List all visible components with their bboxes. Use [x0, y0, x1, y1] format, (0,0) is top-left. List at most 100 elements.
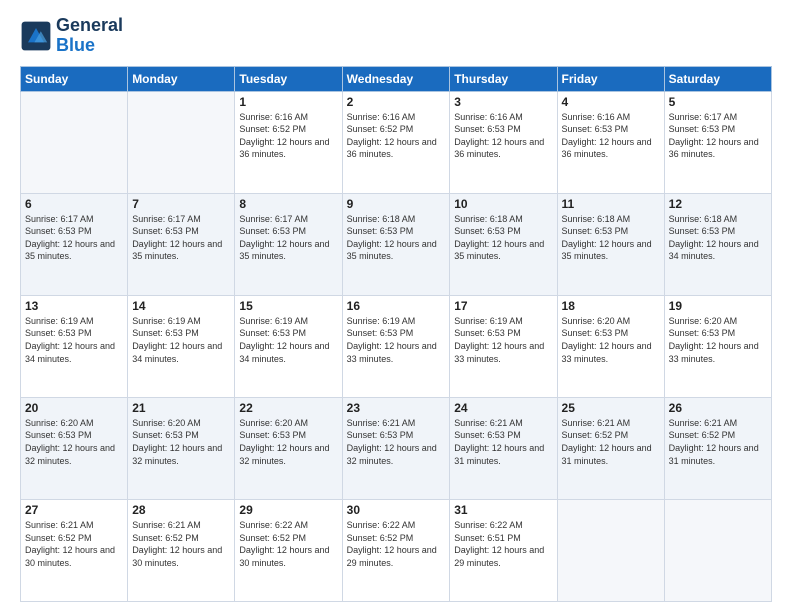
calendar-cell: 14 Sunrise: 6:19 AM Sunset: 6:53 PM Dayli…: [128, 295, 235, 397]
day-number: 4: [562, 95, 660, 109]
header: General Blue: [20, 16, 772, 56]
calendar-cell: [21, 91, 128, 193]
day-number: 2: [347, 95, 446, 109]
calendar-cell: 2 Sunrise: 6:16 AM Sunset: 6:52 PM Daylig…: [342, 91, 450, 193]
day-number: 21: [132, 401, 230, 415]
day-info: Sunrise: 6:17 AM Sunset: 6:53 PM Dayligh…: [239, 213, 337, 263]
day-number: 10: [454, 197, 552, 211]
day-number: 28: [132, 503, 230, 517]
logo-text: General Blue: [56, 16, 123, 56]
day-number: 24: [454, 401, 552, 415]
calendar-cell: 17Sunrise: 6:19 AM Sunset: 6:53 PM Dayli…: [450, 295, 557, 397]
day-info: Sunrise: 6:22 AM Sunset: 6:52 PM Dayligh…: [347, 519, 446, 569]
calendar-cell: 21Sunrise: 6:20 AM Sunset: 6:53 PM Dayli…: [128, 397, 235, 499]
day-info: Sunrise: 6:18 AM Sunset: 6:53 PM Dayligh…: [562, 213, 660, 263]
calendar-cell: 3 Sunrise: 6:16 AM Sunset: 6:53 PM Daylig…: [450, 91, 557, 193]
calendar-cell: 6 Sunrise: 6:17 AM Sunset: 6:53 PM Daylig…: [21, 193, 128, 295]
day-number: 11: [562, 197, 660, 211]
day-info: Sunrise: 6:19 AM Sunset: 6:53 PM Dayligh…: [239, 315, 337, 365]
day-info: Sunrise: 6:21 AM Sunset: 6:52 PM Dayligh…: [562, 417, 660, 467]
day-info: Sunrise: 6:20 AM Sunset: 6:53 PM Dayligh…: [239, 417, 337, 467]
calendar-cell: 15Sunrise: 6:19 AM Sunset: 6:53 PM Dayli…: [235, 295, 342, 397]
day-info: Sunrise: 6:21 AM Sunset: 6:53 PM Dayligh…: [454, 417, 552, 467]
logo-icon: [20, 20, 52, 52]
day-info: Sunrise: 6:21 AM Sunset: 6:53 PM Dayligh…: [347, 417, 446, 467]
day-info: Sunrise: 6:17 AM Sunset: 6:53 PM Dayligh…: [132, 213, 230, 263]
day-info: Sunrise: 6:16 AM Sunset: 6:52 PM Dayligh…: [347, 111, 446, 161]
day-number: 13: [25, 299, 123, 313]
day-info: Sunrise: 6:18 AM Sunset: 6:53 PM Dayligh…: [347, 213, 446, 263]
calendar-cell: 18 Sunrise: 6:20 AM Sunset: 6:53 PM Dayli…: [557, 295, 664, 397]
calendar-cell: 25 Sunrise: 6:21 AM Sunset: 6:52 PM Dayli…: [557, 397, 664, 499]
day-number: 3: [454, 95, 552, 109]
day-info: Sunrise: 6:16 AM Sunset: 6:53 PM Dayligh…: [562, 111, 660, 161]
calendar-cell: [664, 499, 771, 601]
day-number: 5: [669, 95, 767, 109]
day-number: 6: [25, 197, 123, 211]
calendar-cell: 11 Sunrise: 6:18 AM Sunset: 6:53 PM Dayli…: [557, 193, 664, 295]
calendar-cell: 24 Sunrise: 6:21 AM Sunset: 6:53 PM Dayli…: [450, 397, 557, 499]
day-number: 12: [669, 197, 767, 211]
week-row-1: 1Sunrise: 6:16 AM Sunset: 6:52 PM Daylig…: [21, 91, 772, 193]
day-number: 23: [347, 401, 446, 415]
calendar-cell: 7Sunrise: 6:17 AM Sunset: 6:53 PM Daylig…: [128, 193, 235, 295]
logo: General Blue: [20, 16, 123, 56]
day-number: 27: [25, 503, 123, 517]
day-number: 16: [347, 299, 446, 313]
calendar-cell: 9 Sunrise: 6:18 AM Sunset: 6:53 PM Daylig…: [342, 193, 450, 295]
day-info: Sunrise: 6:21 AM Sunset: 6:52 PM Dayligh…: [132, 519, 230, 569]
week-row-5: 27 Sunrise: 6:21 AM Sunset: 6:52 PM Dayli…: [21, 499, 772, 601]
day-info: Sunrise: 6:19 AM Sunset: 6:53 PM Dayligh…: [25, 315, 123, 365]
weekday-header-thursday: Thursday: [450, 66, 557, 91]
calendar-cell: 8Sunrise: 6:17 AM Sunset: 6:53 PM Daylig…: [235, 193, 342, 295]
day-info: Sunrise: 6:20 AM Sunset: 6:53 PM Dayligh…: [25, 417, 123, 467]
day-info: Sunrise: 6:17 AM Sunset: 6:53 PM Dayligh…: [669, 111, 767, 161]
day-number: 9: [347, 197, 446, 211]
day-number: 17: [454, 299, 552, 313]
day-number: 18: [562, 299, 660, 313]
day-number: 19: [669, 299, 767, 313]
calendar-cell: 13 Sunrise: 6:19 AM Sunset: 6:53 PM Dayli…: [21, 295, 128, 397]
week-row-4: 20 Sunrise: 6:20 AM Sunset: 6:53 PM Dayli…: [21, 397, 772, 499]
calendar-cell: 30 Sunrise: 6:22 AM Sunset: 6:52 PM Dayli…: [342, 499, 450, 601]
day-info: Sunrise: 6:20 AM Sunset: 6:53 PM Dayligh…: [669, 315, 767, 365]
calendar-cell: 1Sunrise: 6:16 AM Sunset: 6:52 PM Daylig…: [235, 91, 342, 193]
day-number: 31: [454, 503, 552, 517]
day-info: Sunrise: 6:16 AM Sunset: 6:53 PM Dayligh…: [454, 111, 552, 161]
calendar-cell: 12 Sunrise: 6:18 AM Sunset: 6:53 PM Dayli…: [664, 193, 771, 295]
day-info: Sunrise: 6:22 AM Sunset: 6:52 PM Dayligh…: [239, 519, 337, 569]
calendar-cell: [128, 91, 235, 193]
day-number: 22: [239, 401, 337, 415]
calendar-cell: 16Sunrise: 6:19 AM Sunset: 6:53 PM Dayli…: [342, 295, 450, 397]
page: General Blue SundayMondayTuesdayWednesda…: [0, 0, 792, 612]
day-info: Sunrise: 6:18 AM Sunset: 6:53 PM Dayligh…: [669, 213, 767, 263]
weekday-header-sunday: Sunday: [21, 66, 128, 91]
calendar-cell: 20 Sunrise: 6:20 AM Sunset: 6:53 PM Dayli…: [21, 397, 128, 499]
day-number: 26: [669, 401, 767, 415]
week-row-3: 13 Sunrise: 6:19 AM Sunset: 6:53 PM Dayli…: [21, 295, 772, 397]
day-info: Sunrise: 6:20 AM Sunset: 6:53 PM Dayligh…: [562, 315, 660, 365]
day-info: Sunrise: 6:22 AM Sunset: 6:51 PM Dayligh…: [454, 519, 552, 569]
weekday-header-wednesday: Wednesday: [342, 66, 450, 91]
day-info: Sunrise: 6:19 AM Sunset: 6:53 PM Dayligh…: [132, 315, 230, 365]
calendar-cell: 22 Sunrise: 6:20 AM Sunset: 6:53 PM Dayli…: [235, 397, 342, 499]
day-number: 29: [239, 503, 337, 517]
week-row-2: 6 Sunrise: 6:17 AM Sunset: 6:53 PM Daylig…: [21, 193, 772, 295]
day-number: 20: [25, 401, 123, 415]
calendar-cell: [557, 499, 664, 601]
day-number: 30: [347, 503, 446, 517]
day-number: 14: [132, 299, 230, 313]
calendar-cell: 31 Sunrise: 6:22 AM Sunset: 6:51 PM Dayli…: [450, 499, 557, 601]
weekday-header-row: SundayMondayTuesdayWednesdayThursdayFrid…: [21, 66, 772, 91]
calendar-cell: 23 Sunrise: 6:21 AM Sunset: 6:53 PM Dayli…: [342, 397, 450, 499]
day-info: Sunrise: 6:18 AM Sunset: 6:53 PM Dayligh…: [454, 213, 552, 263]
calendar-cell: 29 Sunrise: 6:22 AM Sunset: 6:52 PM Dayli…: [235, 499, 342, 601]
weekday-header-saturday: Saturday: [664, 66, 771, 91]
day-info: Sunrise: 6:17 AM Sunset: 6:53 PM Dayligh…: [25, 213, 123, 263]
day-info: Sunrise: 6:16 AM Sunset: 6:52 PM Dayligh…: [239, 111, 337, 161]
calendar-cell: 28 Sunrise: 6:21 AM Sunset: 6:52 PM Dayli…: [128, 499, 235, 601]
calendar-cell: 5 Sunrise: 6:17 AM Sunset: 6:53 PM Daylig…: [664, 91, 771, 193]
calendar-cell: 10 Sunrise: 6:18 AM Sunset: 6:53 PM Dayli…: [450, 193, 557, 295]
day-number: 25: [562, 401, 660, 415]
calendar-table: SundayMondayTuesdayWednesdayThursdayFrid…: [20, 66, 772, 602]
